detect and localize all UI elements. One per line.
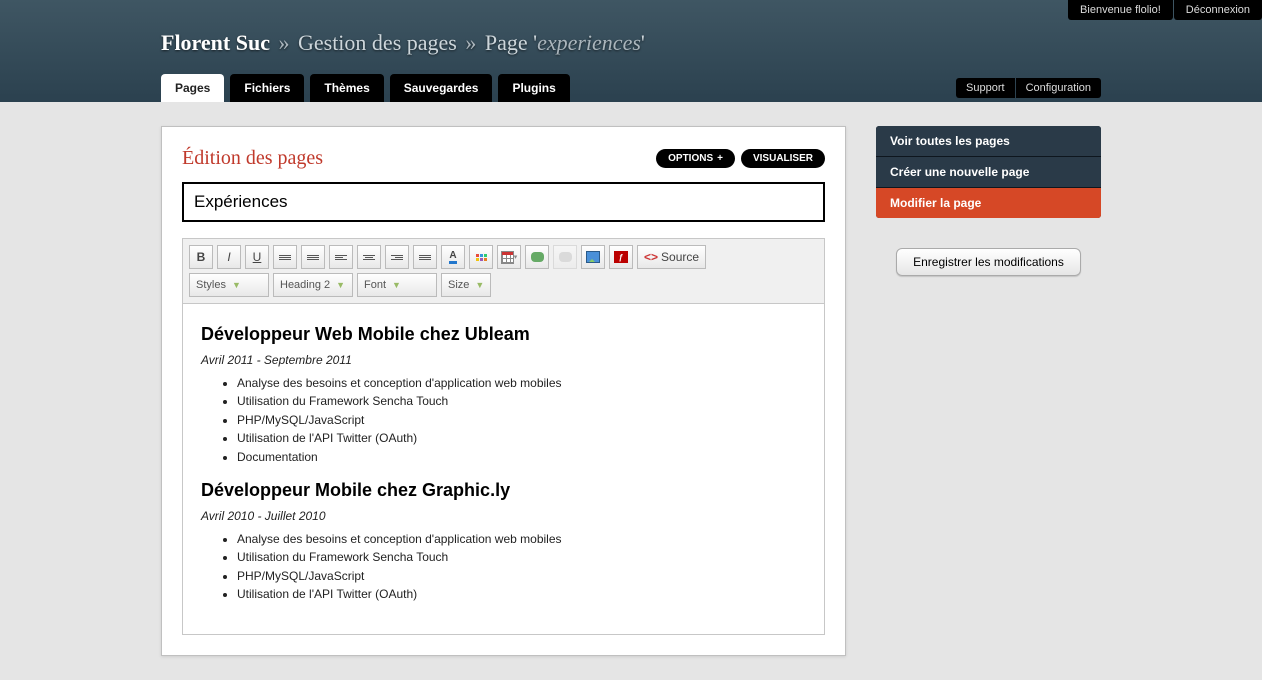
page-title-input[interactable] [182, 182, 825, 222]
align-left-button[interactable] [329, 245, 353, 269]
breadcrumb-sep: » [278, 30, 289, 55]
editor: B I U A ▾ [182, 238, 825, 635]
size-select[interactable]: Size▼ [441, 273, 491, 297]
panel-title: Édition des pages [182, 147, 650, 170]
source-button[interactable]: <>Source [637, 245, 706, 269]
sidebar-item[interactable]: Voir toutes les pages [876, 126, 1101, 157]
editor-toolbar: B I U A ▾ [183, 239, 824, 304]
nav-tabs: PagesFichiersThèmesSauvegardesPlugins [161, 74, 956, 102]
options-button[interactable]: OPTIONS+ [656, 149, 735, 168]
sidebar-item[interactable]: Créer une nouvelle page [876, 157, 1101, 188]
list-item: Utilisation de l'API Twitter (OAuth) [237, 430, 806, 447]
italic-button[interactable]: I [217, 245, 241, 269]
sidebar-item[interactable]: Modifier la page [876, 188, 1101, 218]
header-band: Bienvenue flolio! Déconnexion Florent Su… [0, 0, 1262, 102]
tab-thèmes[interactable]: Thèmes [310, 74, 383, 102]
styles-select[interactable]: Styles▼ [189, 273, 269, 297]
list-item: Analyse des besoins et conception d'appl… [237, 531, 806, 548]
numbered-list-button[interactable] [273, 245, 297, 269]
editor-content[interactable]: Développeur Web Mobile chez Ubleam Avril … [183, 304, 824, 634]
underline-button[interactable]: U [245, 245, 269, 269]
list-item: PHP/MySQL/JavaScript [237, 568, 806, 585]
unlink-button [553, 245, 577, 269]
table-button[interactable]: ▾ [497, 245, 521, 269]
nav-right: Support Configuration [956, 78, 1101, 98]
side-menu: Voir toutes les pagesCréer une nouvelle … [876, 126, 1101, 218]
support-link[interactable]: Support [956, 78, 1015, 98]
tab-sauvegardes[interactable]: Sauvegardes [390, 74, 493, 102]
flash-button[interactable]: ƒ [609, 245, 633, 269]
text-color-button[interactable]: A [441, 245, 465, 269]
logout-link[interactable]: Déconnexion [1174, 0, 1262, 20]
image-button[interactable] [581, 245, 605, 269]
list-item: PHP/MySQL/JavaScript [237, 412, 806, 429]
list-item: Utilisation du Framework Sencha Touch [237, 393, 806, 410]
edit-panel: Édition des pages OPTIONS+ VISUALISER B … [161, 126, 846, 656]
bullet-list-button[interactable] [301, 245, 325, 269]
job-bullets: Analyse des besoins et conception d'appl… [201, 375, 806, 466]
breadcrumb-page-label: Page [485, 30, 528, 55]
bg-color-button[interactable] [469, 245, 493, 269]
job-dates: Avril 2011 - Septembre 2011 [201, 353, 806, 367]
align-justify-button[interactable] [413, 245, 437, 269]
list-item: Utilisation de l'API Twitter (OAuth) [237, 586, 806, 603]
job-title: Développeur Web Mobile chez Ubleam [201, 324, 806, 345]
job-title: Développeur Mobile chez Graphic.ly [201, 480, 806, 501]
link-button[interactable] [525, 245, 549, 269]
tab-pages[interactable]: Pages [161, 74, 224, 102]
breadcrumb-site: Florent Suc [161, 30, 270, 55]
breadcrumb-section: Gestion des pages [298, 30, 457, 55]
breadcrumb-page-name: experiences [537, 30, 641, 55]
bold-button[interactable]: B [189, 245, 213, 269]
tab-fichiers[interactable]: Fichiers [230, 74, 304, 102]
topbar: Bienvenue flolio! Déconnexion [1067, 0, 1262, 20]
format-select[interactable]: Heading 2▼ [273, 273, 353, 297]
font-select[interactable]: Font▼ [357, 273, 437, 297]
plus-icon: + [717, 153, 723, 164]
save-button[interactable]: Enregistrer les modifications [896, 248, 1081, 276]
welcome-link[interactable]: Bienvenue flolio! [1068, 0, 1173, 20]
config-link[interactable]: Configuration [1016, 78, 1101, 98]
breadcrumb-sep: » [465, 30, 476, 55]
breadcrumb: Florent Suc » Gestion des pages » Page '… [161, 30, 1101, 56]
list-item: Analyse des besoins et conception d'appl… [237, 375, 806, 392]
job-bullets: Analyse des besoins et conception d'appl… [201, 531, 806, 604]
visualize-button[interactable]: VISUALISER [741, 149, 825, 168]
job-dates: Avril 2010 - Juillet 2010 [201, 509, 806, 523]
list-item: Documentation [237, 449, 806, 466]
tab-plugins[interactable]: Plugins [498, 74, 569, 102]
list-item: Utilisation du Framework Sencha Touch [237, 549, 806, 566]
align-right-button[interactable] [385, 245, 409, 269]
align-center-button[interactable] [357, 245, 381, 269]
